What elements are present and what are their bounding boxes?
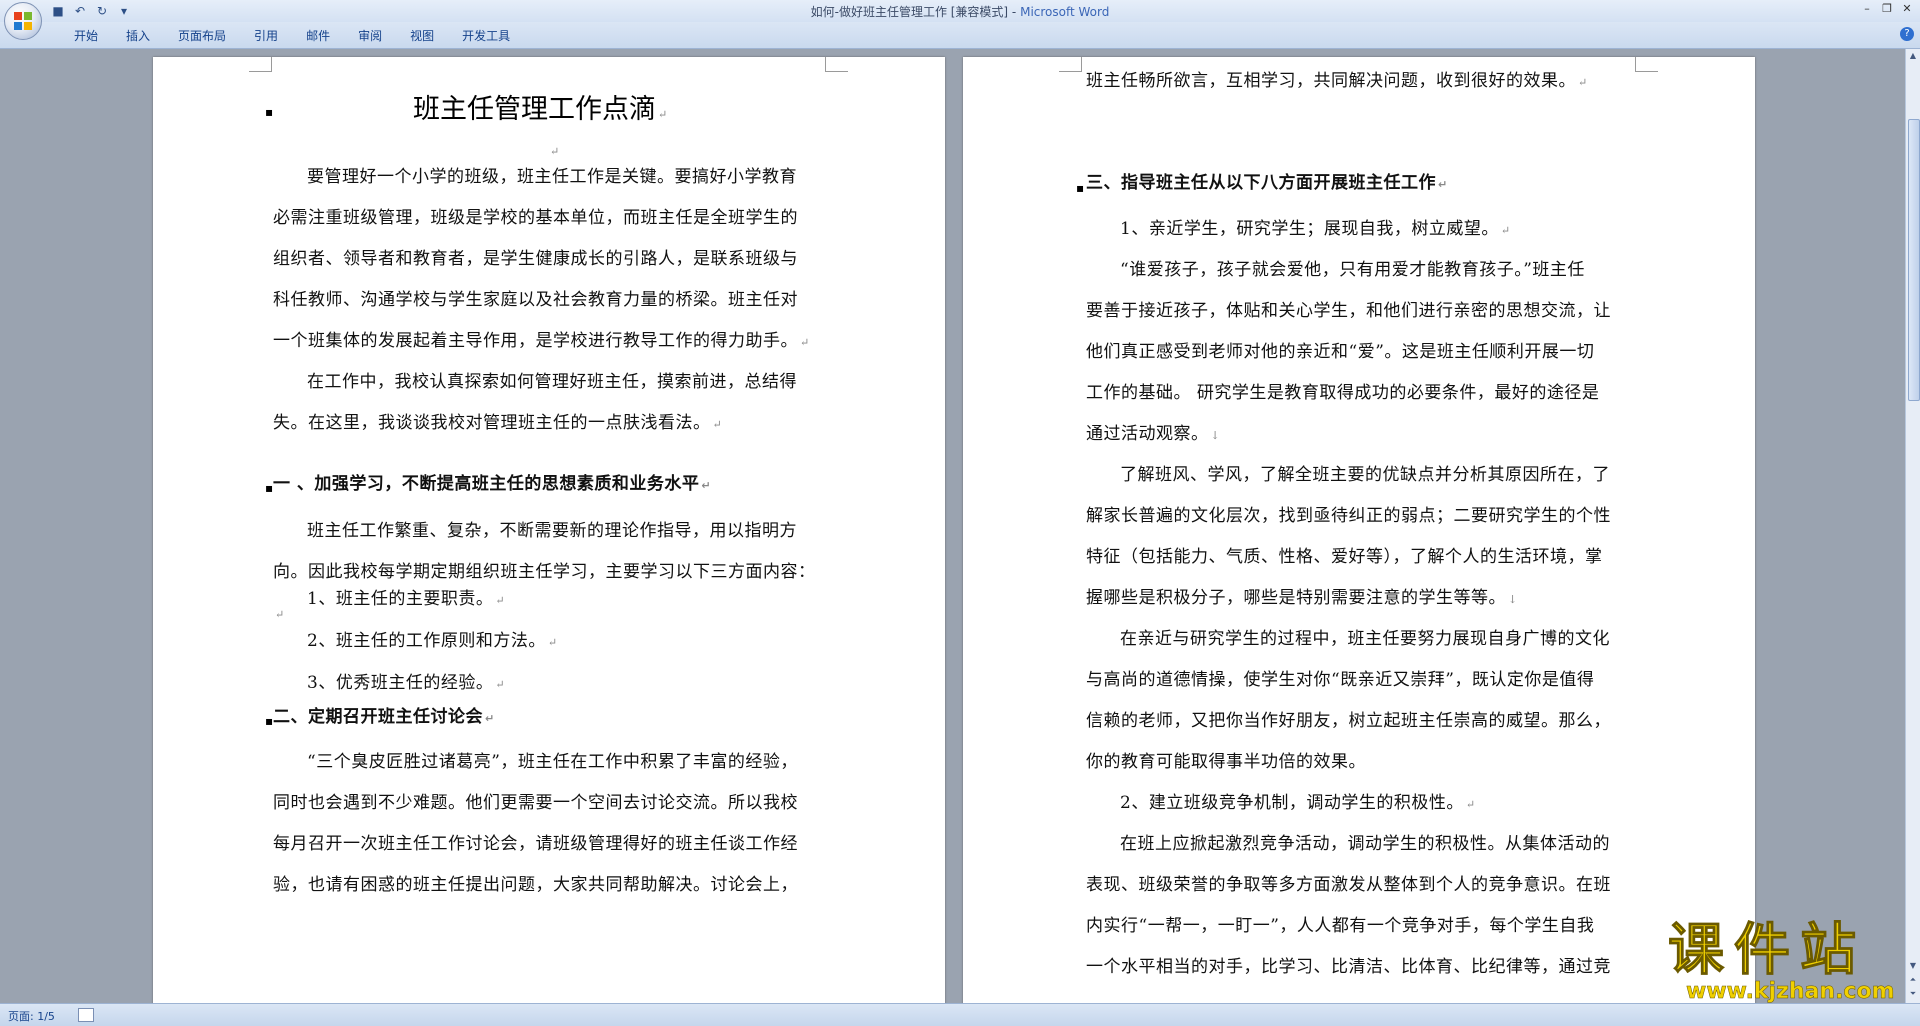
scroll-up-icon[interactable]: ▲: [1906, 49, 1920, 63]
paragraph-mark-bullet: ▪: [1076, 181, 1085, 195]
page-2[interactable]: 班主任畅所欲言，互相学习，共同解决问题，收到很好的效果。 ↵ ▪ 三、指导班主任从…: [963, 57, 1755, 1003]
section-3-item-2: 2、建立班级竞争机制，调动学生的积极性。 ↵: [1120, 793, 1476, 813]
help-icon[interactable]: ?: [1900, 27, 1914, 41]
section-heading-3: 三、指导班主任从以下八方面开展班主任工作 ↵: [1086, 173, 1448, 193]
ribbon-tab-bar: 开始 插入 页面布局 引用 邮件 审阅 视图 开发工具 ?: [0, 22, 1920, 49]
tab-insert[interactable]: 插入: [112, 27, 164, 44]
section-3-paragraph-b: 了解班风、学风，了解全班主要的优缺点并分析其原因所在，了 解家长普遍的文化层次，…: [1086, 465, 1611, 608]
previous-page-icon[interactable]: ⏶: [1906, 973, 1920, 987]
scroll-down-icon[interactable]: ▼: [1906, 959, 1920, 973]
proofing-status-icon[interactable]: [78, 1008, 94, 1022]
title-bar: ■ ↶ ↻ ▾ 如何-做好班主任管理工作 [兼容模式] - Microsoft …: [0, 0, 1920, 23]
continued-paragraph: 班主任畅所欲言，互相学习，共同解决问题，收到很好的效果。 ↵: [1086, 71, 1588, 91]
app-name: Microsoft Word: [1020, 5, 1110, 19]
office-logo-icon: [14, 12, 32, 30]
section-2-paragraph: “三个臭皮匠胜过诸葛亮”，班主任在工作中积累了丰富的经验， 同时也会遇到不少难题…: [273, 752, 798, 895]
document-title: 如何-做好班主任管理工作 [兼容模式] -: [810, 5, 1017, 19]
office-button[interactable]: [4, 2, 42, 40]
intro-paragraph-2: 在工作中，我校认真探索如何管理好班主任，摸索前进，总结得 失。在这里，我谈谈我校…: [273, 372, 797, 433]
tab-developer[interactable]: 开发工具: [448, 27, 524, 44]
window-controls: – ❐ ✕: [1858, 1, 1916, 17]
tab-mailings[interactable]: 邮件: [292, 27, 344, 44]
margin-corner-mark: [825, 57, 848, 72]
margin-corner-mark: [1059, 57, 1082, 72]
minimize-icon[interactable]: –: [1858, 1, 1876, 17]
section-3-paragraph-d: 在班上应掀起激烈竞争活动，调动学生的积极性。从集体活动的 表现、班级荣誉的争取等…: [1086, 834, 1611, 977]
page-1[interactable]: ▪ 班主任管理工作点滴 ↵ ↵ 要管理好一个小学的班级，班主任工作是关键。要搞好小…: [153, 57, 945, 1003]
watermark-chinese-text: 课件站: [1668, 918, 1866, 983]
section-3-paragraph-c: 在亲近与研究学生的过程中，班主任要努力展现自身广博的文化 与高尚的道德情操，使学…: [1086, 629, 1611, 772]
section-3-paragraph-a: “谁爱孩子，孩子就会爱他，只有用爱才能教育孩子。”班主任 要善于接近孩子，体贴和…: [1086, 260, 1611, 444]
list-item: 1、班主任的主要职责。: [307, 589, 494, 609]
site-watermark: 课件站 www.kjzhan.com: [1668, 918, 1908, 1004]
list-item: 3、优秀班主任的经验。: [307, 673, 494, 693]
tab-view[interactable]: 视图: [396, 27, 448, 44]
section-3-item-1: 1、亲近学生，研究学生；展现自我，树立威望。 ↵: [1120, 219, 1511, 239]
scroll-thumb[interactable]: [1908, 119, 1920, 401]
section-heading-2: 二、定期召开班主任讨论会 ↵: [273, 707, 495, 727]
vertical-scrollbar[interactable]: ▲ ▼ ⏶ ⏷: [1905, 49, 1920, 1003]
watermark-url-text: www.kjzhan.com: [1686, 979, 1895, 1004]
status-bar: 页面: 1/5: [0, 1003, 1920, 1026]
document-area[interactable]: ▪ 班主任管理工作点滴 ↵ ↵ 要管理好一个小学的班级，班主任工作是关键。要搞好小…: [0, 49, 1906, 1003]
document-title-heading: 班主任管理工作点滴 ↵: [413, 94, 668, 125]
intro-paragraph-1: 要管理好一个小学的班级，班主任工作是关键。要搞好小学教育 必需注重班级管理，班级…: [273, 167, 810, 351]
list-item: 2、班主任的工作原则和方法。: [307, 631, 546, 651]
paragraph-mark-bullet: ▪: [265, 481, 274, 495]
restore-icon[interactable]: ❐: [1878, 1, 1896, 17]
window-title: 如何-做好班主任管理工作 [兼容模式] - Microsoft Word: [0, 3, 1920, 20]
section-1-list: 1、班主任的主要职责。 ↵ 2、班主任的工作原则和方法。 ↵ 3、优秀班主任的经验。…: [307, 589, 558, 693]
page-indicator[interactable]: 页面: 1/5: [8, 1008, 55, 1024]
margin-corner-mark: [1635, 57, 1658, 72]
section-heading-1: 一 、加强学习，不断提高班主任的思想素质和业务水平 ↵: [273, 474, 712, 494]
tab-references[interactable]: 引用: [240, 27, 292, 44]
next-page-icon[interactable]: ⏷: [1906, 987, 1920, 1001]
close-icon[interactable]: ✕: [1898, 1, 1916, 17]
margin-corner-mark: [249, 57, 272, 72]
paragraph-mark-bullet: ▪: [265, 105, 274, 119]
tab-home[interactable]: 开始: [60, 27, 112, 44]
tab-page-layout[interactable]: 页面布局: [164, 27, 240, 44]
paragraph-mark-bullet: ▪: [265, 714, 274, 728]
tab-review[interactable]: 审阅: [344, 27, 396, 44]
